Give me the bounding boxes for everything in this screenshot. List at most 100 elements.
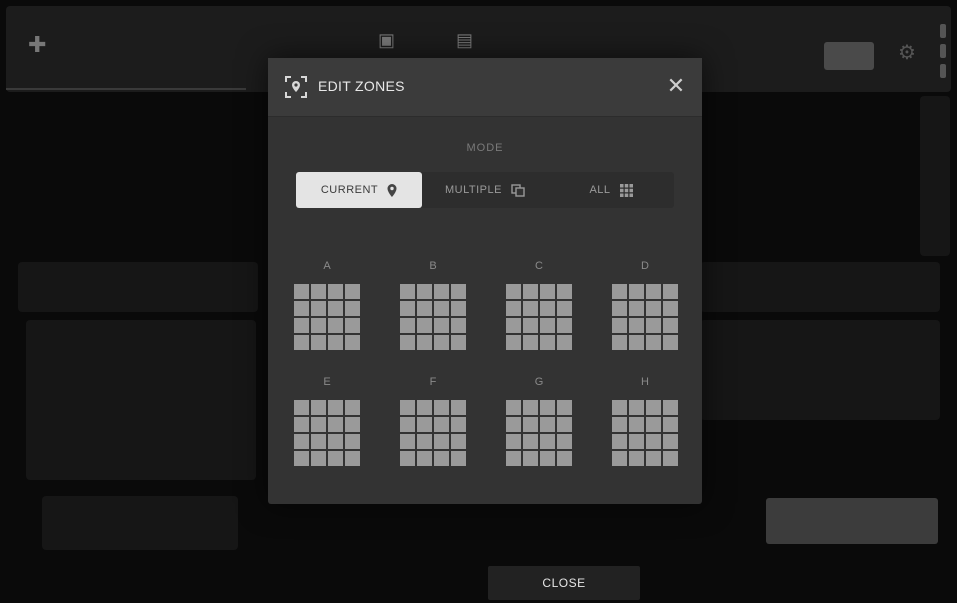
pad-cell <box>328 335 343 350</box>
pad-cell <box>451 434 466 449</box>
pad-cell <box>345 335 360 350</box>
pad-cell <box>451 417 466 432</box>
mode-all-button[interactable]: ALL <box>548 172 674 208</box>
dialog-header: EDIT ZONES ✕ <box>268 58 702 117</box>
mode-icon-1: ▣ <box>378 30 396 50</box>
pad-cell <box>400 301 415 316</box>
pad-cell <box>506 335 521 350</box>
pad-cell <box>400 434 415 449</box>
pad-cell <box>523 301 538 316</box>
bank-d[interactable]: D <box>612 260 678 350</box>
pad-grid[interactable] <box>612 400 678 466</box>
pad-cell <box>629 434 644 449</box>
pad-cell <box>557 335 572 350</box>
pad-grid[interactable] <box>506 284 572 350</box>
pad-cell <box>540 318 555 333</box>
pad-cell <box>400 451 415 466</box>
pad-cell <box>328 451 343 466</box>
multiple-copies-icon <box>511 183 525 197</box>
pad-cell <box>400 318 415 333</box>
top-square-button <box>824 42 874 70</box>
pad-cell <box>663 451 678 466</box>
pad-cell <box>612 301 627 316</box>
pad-cell <box>345 434 360 449</box>
pad-cell <box>328 318 343 333</box>
bank-f[interactable]: F <box>400 376 466 466</box>
pad-cell <box>451 318 466 333</box>
pad-cell <box>311 318 326 333</box>
pad-cell <box>629 417 644 432</box>
pad-cell <box>311 301 326 316</box>
pad-cell <box>540 284 555 299</box>
pad-cell <box>417 451 432 466</box>
level-meter <box>940 24 946 78</box>
pad-grid[interactable] <box>506 400 572 466</box>
pad-cell <box>400 335 415 350</box>
pad-cell <box>345 451 360 466</box>
pad-cell <box>417 335 432 350</box>
pad-cell <box>506 451 521 466</box>
pad-cell <box>400 284 415 299</box>
pad-cell <box>523 318 538 333</box>
pad-cell <box>557 400 572 415</box>
pad-cell <box>328 434 343 449</box>
bank-a[interactable]: A <box>294 260 360 350</box>
pad-cell <box>451 400 466 415</box>
bank-letter: D <box>641 260 649 272</box>
pad-cell <box>663 400 678 415</box>
pad-cell <box>294 451 309 466</box>
zone-pin-icon <box>285 76 307 98</box>
pad-cell <box>523 434 538 449</box>
pad-grid[interactable] <box>400 400 466 466</box>
pad-cell <box>311 400 326 415</box>
pad-cell <box>646 318 661 333</box>
bank-b[interactable]: B <box>400 260 466 350</box>
bank-g[interactable]: G <box>506 376 572 466</box>
pad-cell <box>434 400 449 415</box>
pad-cell <box>612 451 627 466</box>
pad-cell <box>417 284 432 299</box>
pad-grid[interactable] <box>294 284 360 350</box>
pad-cell <box>311 417 326 432</box>
bank-h[interactable]: H <box>612 376 678 466</box>
mode-current-label: CURRENT <box>320 184 379 196</box>
pad-cell <box>540 451 555 466</box>
mode-multiple-button[interactable]: MULTIPLE <box>422 172 548 208</box>
pad-cell <box>345 318 360 333</box>
pad-grid[interactable] <box>400 284 466 350</box>
pad-cell <box>417 318 432 333</box>
bank-letter: B <box>429 260 437 272</box>
pad-cell <box>451 284 466 299</box>
bank-letter: A <box>323 260 331 272</box>
pad-cell <box>294 400 309 415</box>
pad-cell <box>434 417 449 432</box>
pad-cell <box>646 284 661 299</box>
mode-current-button[interactable]: CURRENT <box>296 172 422 208</box>
pad-cell <box>434 284 449 299</box>
pad-cell <box>506 400 521 415</box>
pad-cell <box>663 434 678 449</box>
pad-cell <box>506 434 521 449</box>
pad-cell <box>311 284 326 299</box>
mode-label: MODE <box>466 142 504 154</box>
pad-cell <box>451 451 466 466</box>
pad-cell <box>663 318 678 333</box>
pad-cell <box>523 400 538 415</box>
pad-cell <box>451 335 466 350</box>
pad-grid[interactable] <box>612 284 678 350</box>
pad-grid[interactable] <box>294 400 360 466</box>
bank-e[interactable]: E <box>294 376 360 466</box>
pad-cell <box>629 335 644 350</box>
pad-cell <box>646 400 661 415</box>
close-button[interactable]: CLOSE <box>488 566 640 600</box>
pad-cell <box>328 301 343 316</box>
edit-zones-dialog: EDIT ZONES ✕ MODE CURRENT MULTIPLE ALL A… <box>268 58 702 504</box>
pad-cell <box>629 400 644 415</box>
pad-cell <box>612 434 627 449</box>
close-icon[interactable]: ✕ <box>664 74 688 98</box>
mode-icon-2: ▤ <box>456 30 474 50</box>
bank-c[interactable]: C <box>506 260 572 350</box>
pad-cell <box>434 301 449 316</box>
pad-cell <box>417 400 432 415</box>
pad-cell <box>294 284 309 299</box>
